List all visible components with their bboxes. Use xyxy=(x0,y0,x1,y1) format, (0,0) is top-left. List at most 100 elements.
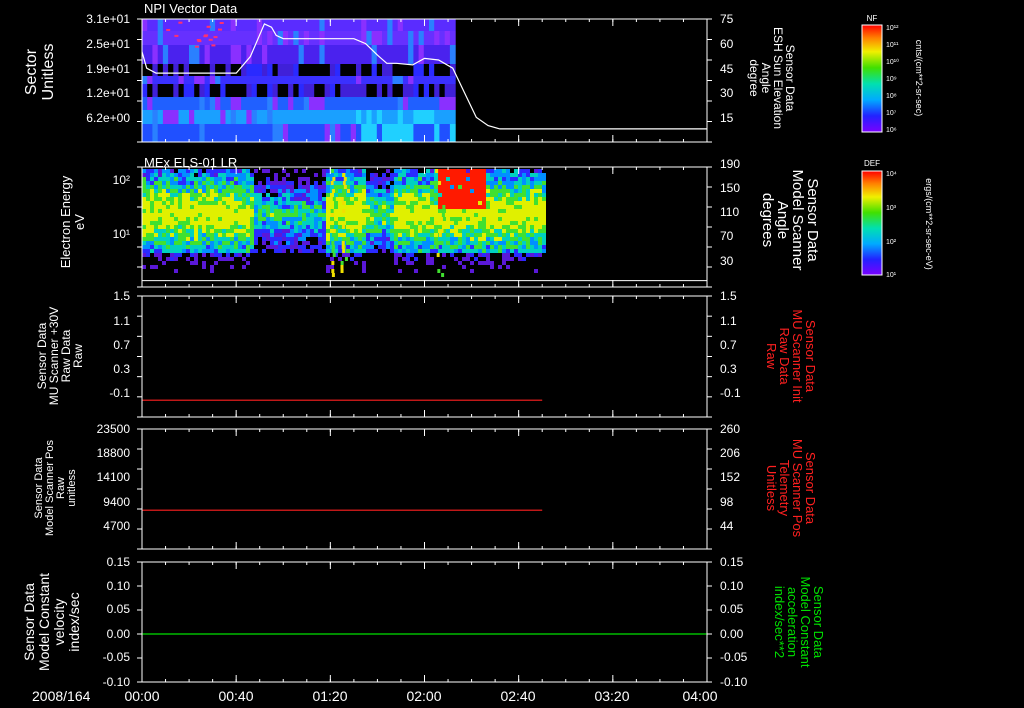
npi-cell xyxy=(345,76,352,84)
npi-cell xyxy=(183,110,190,124)
els-cell xyxy=(162,185,166,189)
els-cell xyxy=(462,205,466,209)
els-cell xyxy=(454,185,458,189)
els-cell xyxy=(254,237,258,241)
els-cell xyxy=(518,209,522,213)
els-cell xyxy=(318,197,322,201)
els-cell xyxy=(150,225,154,229)
els-cell xyxy=(538,209,542,213)
p2-right-axis-title: Sensor Data Model Scanner Angle degrees xyxy=(759,170,821,271)
npi-cell xyxy=(429,19,435,31)
els-cell xyxy=(410,241,414,245)
els-cell xyxy=(154,185,158,189)
els-cell xyxy=(318,201,322,205)
els-cell xyxy=(226,213,230,217)
els-cell xyxy=(226,253,230,257)
npi-cell xyxy=(162,110,169,124)
els-cell xyxy=(334,169,338,173)
els-cell xyxy=(418,241,422,245)
els-cell xyxy=(302,169,306,173)
els-cell xyxy=(214,245,218,249)
els-cell xyxy=(346,173,350,177)
els-cell xyxy=(394,213,398,217)
els-cell xyxy=(502,237,506,241)
els-cell xyxy=(406,169,410,173)
els-cell xyxy=(422,189,426,193)
npi-cell xyxy=(178,64,185,76)
p1-left-label-line: Sector xyxy=(23,48,40,95)
els-cell xyxy=(390,221,394,225)
npi-cell xyxy=(178,84,185,97)
npi-cell xyxy=(162,31,169,45)
els-cell xyxy=(214,169,218,173)
els-cell xyxy=(526,233,530,237)
els-cell xyxy=(394,237,398,241)
els-streak xyxy=(342,201,346,205)
els-cell xyxy=(478,237,482,241)
els-cell xyxy=(234,181,238,185)
els-cell xyxy=(286,233,290,237)
npi-cell xyxy=(267,84,273,97)
els-cell xyxy=(418,217,422,221)
els-cell xyxy=(142,209,146,213)
els-cell xyxy=(234,201,238,205)
els-cell xyxy=(526,245,530,249)
els-cell xyxy=(494,173,498,177)
npi-cell xyxy=(314,45,320,64)
npi-cell xyxy=(251,64,258,76)
npi-cell xyxy=(366,84,373,97)
npi-cell xyxy=(402,97,409,110)
colorbar-nf: NF 10¹² 10¹¹ 10¹⁰ 10⁹ 10⁸ 10⁷ 10⁶ cnts/(… xyxy=(861,14,924,134)
els-cell xyxy=(246,241,250,245)
els-cell xyxy=(222,177,226,181)
els-cell xyxy=(178,205,182,209)
els-cell xyxy=(226,217,230,221)
els-streak xyxy=(436,253,440,257)
npi-cell xyxy=(324,19,331,31)
els-cell xyxy=(182,177,186,181)
els-cell xyxy=(446,205,450,209)
els-cell xyxy=(462,189,466,193)
els-cell xyxy=(266,197,270,201)
els-cell xyxy=(178,233,182,237)
els-cell xyxy=(298,245,302,249)
els-cell xyxy=(466,257,470,261)
els-cell xyxy=(278,237,282,241)
els-streak xyxy=(442,205,446,209)
els-cell xyxy=(406,225,410,229)
els-cell xyxy=(186,249,190,253)
els-cell xyxy=(150,177,154,181)
els-cell xyxy=(394,217,398,221)
els-cell xyxy=(390,229,394,233)
els-cell xyxy=(282,213,286,217)
els-cell xyxy=(178,193,182,197)
els-cell xyxy=(214,177,218,181)
els-cell xyxy=(510,185,514,189)
els-cell xyxy=(326,241,330,245)
els-cell xyxy=(194,181,198,185)
els-cell xyxy=(218,257,222,261)
els-cell xyxy=(486,173,490,177)
els-cell xyxy=(510,189,514,193)
els-cell xyxy=(190,173,194,177)
els-cell xyxy=(334,209,338,213)
els-cell xyxy=(434,181,438,185)
els-cell xyxy=(426,229,430,233)
els-cell xyxy=(542,205,546,209)
npi-cell xyxy=(152,19,159,31)
els-cell xyxy=(362,189,366,193)
npi-cell xyxy=(434,31,440,45)
els-cell xyxy=(314,217,318,221)
els-cell xyxy=(146,209,150,213)
els-cell xyxy=(302,241,306,245)
els-cell xyxy=(214,201,218,205)
els-cell xyxy=(194,221,198,225)
els-cell xyxy=(194,209,198,213)
els-cell xyxy=(482,209,486,213)
npi-cell xyxy=(444,45,451,64)
els-cell xyxy=(250,201,254,205)
npi-cell xyxy=(194,45,200,64)
els-cell xyxy=(242,233,246,237)
els-cell xyxy=(478,217,482,221)
npi-cell xyxy=(241,97,247,110)
